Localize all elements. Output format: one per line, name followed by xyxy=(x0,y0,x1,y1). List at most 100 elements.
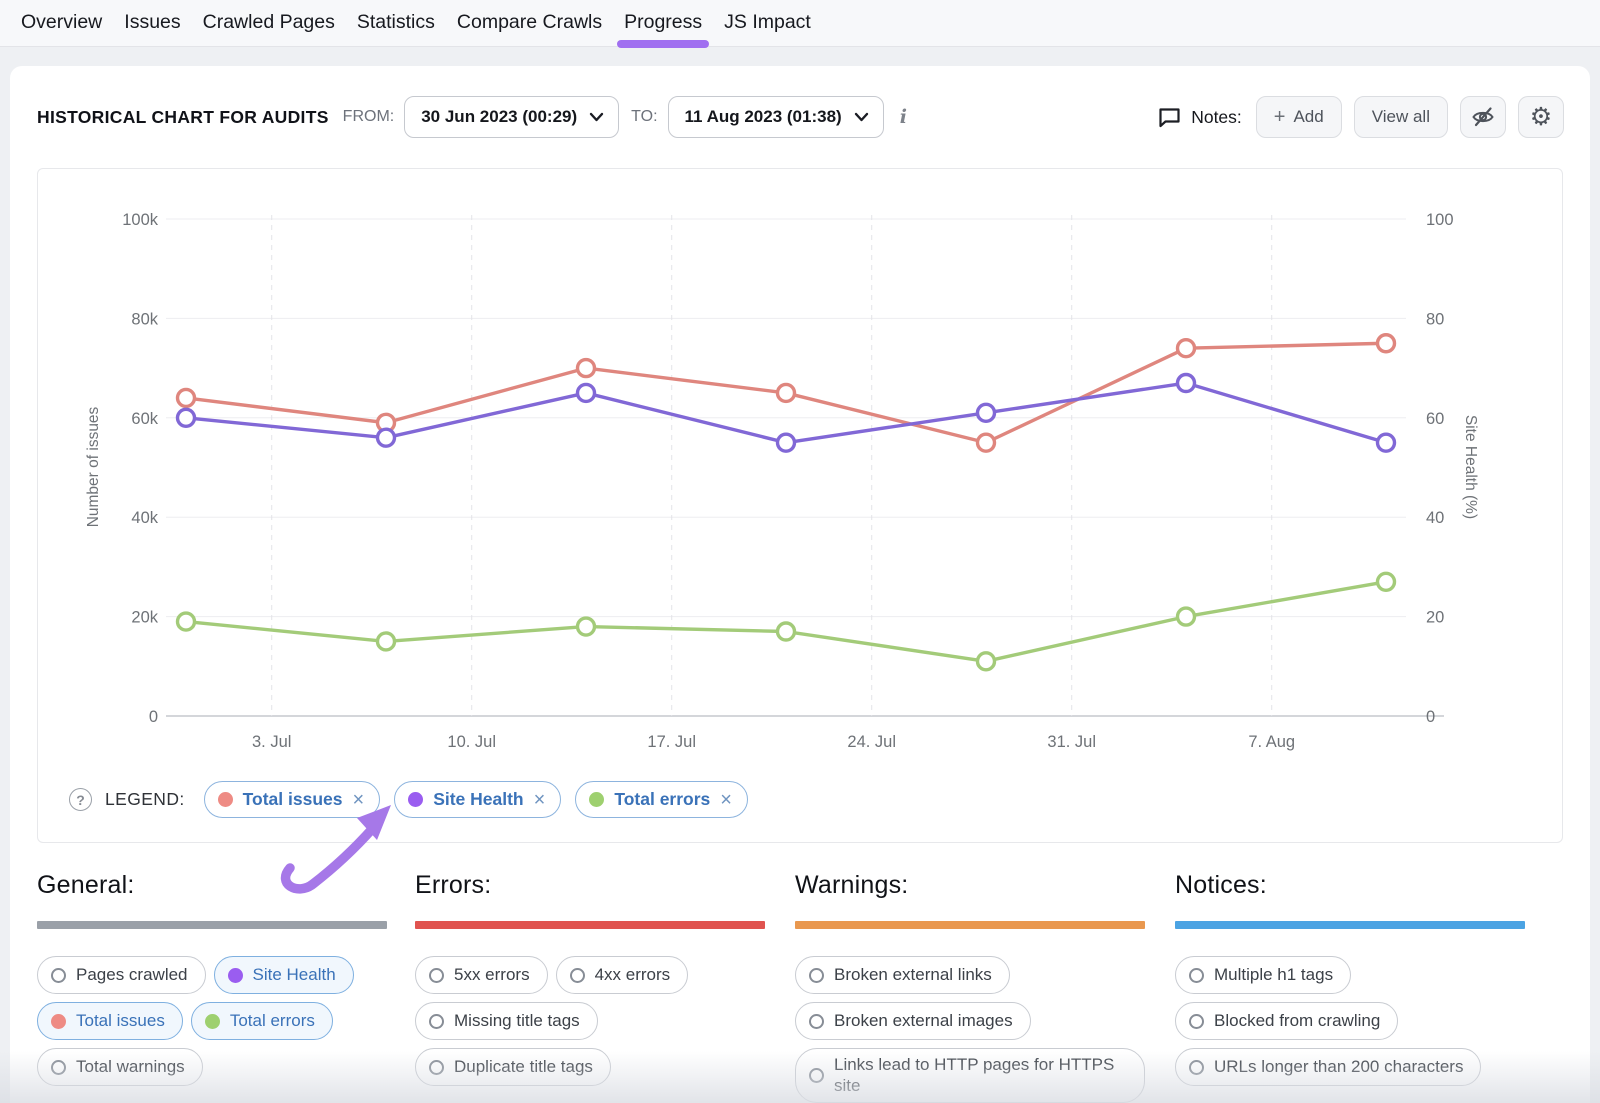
series-dot xyxy=(228,968,243,983)
to-date-value: 11 Aug 2023 (01:38) xyxy=(685,107,842,127)
top-nav-bar: OverviewIssuesCrawled PagesStatisticsCom… xyxy=(0,0,1600,47)
metric-chip-label: Pages crawled xyxy=(76,964,188,985)
metric-chip-missing-title-tags[interactable]: Missing title tags xyxy=(415,1002,598,1040)
nav-tab-issues[interactable]: Issues xyxy=(113,0,191,47)
gear-icon: ⚙ xyxy=(1530,105,1552,130)
svg-text:20: 20 xyxy=(1426,609,1444,627)
metric-chip-total-issues[interactable]: Total issues xyxy=(37,1002,183,1040)
section-color-bar xyxy=(1175,921,1525,929)
metric-chip-broken-external-links[interactable]: Broken external links xyxy=(795,956,1010,994)
from-date-value: 30 Jun 2023 (00:29) xyxy=(421,107,577,127)
progress-card: HISTORICAL CHART FOR AUDITS FROM: 30 Jun… xyxy=(10,66,1590,1103)
legend-chip-total-errors[interactable]: Total errors × xyxy=(575,781,748,818)
section-color-bar xyxy=(37,921,387,929)
nav-tab-compare-crawls[interactable]: Compare Crawls xyxy=(446,0,613,47)
hide-notes-button[interactable] xyxy=(1460,96,1506,138)
metric-chip-5xx-errors[interactable]: 5xx errors xyxy=(415,956,548,994)
svg-text:40: 40 xyxy=(1426,509,1444,527)
metric-chip-label: Blocked from crawling xyxy=(1214,1010,1380,1031)
close-icon[interactable]: × xyxy=(534,790,546,810)
chip-row: Broken external links xyxy=(795,956,1145,994)
chip-row: Blocked from crawling xyxy=(1175,1002,1525,1040)
close-icon[interactable]: × xyxy=(720,790,732,810)
nav-tab-overview[interactable]: Overview xyxy=(10,0,113,47)
svg-text:40k: 40k xyxy=(131,509,158,527)
to-label: TO: xyxy=(631,108,657,126)
metric-chip-label: Site Health xyxy=(253,964,336,985)
series-dot xyxy=(408,792,423,807)
close-icon[interactable]: × xyxy=(353,790,365,810)
nav-tab-progress[interactable]: Progress xyxy=(613,0,713,47)
metric-chip-label: 4xx errors xyxy=(595,964,671,985)
series-dot xyxy=(51,1014,66,1029)
bottom-fade xyxy=(0,1051,1600,1103)
section-title: Warnings: xyxy=(795,871,1145,900)
metric-chip-pages-crawled[interactable]: Pages crawled xyxy=(37,956,206,994)
add-note-button[interactable]: + Add xyxy=(1256,96,1342,138)
radio-circle-icon xyxy=(51,968,66,983)
from-label: FROM: xyxy=(343,108,395,126)
svg-text:20k: 20k xyxy=(131,609,158,627)
radio-circle-icon xyxy=(809,1014,824,1029)
metric-chip-site-health[interactable]: Site Health xyxy=(214,956,354,994)
nav-tab-crawled-pages[interactable]: Crawled Pages xyxy=(192,0,346,47)
section-title: Errors: xyxy=(415,871,765,900)
chart-title: HISTORICAL CHART FOR AUDITS xyxy=(37,107,329,128)
svg-text:60: 60 xyxy=(1426,410,1444,428)
chart-settings-button[interactable]: ⚙ xyxy=(1518,96,1564,138)
plus-icon: + xyxy=(1274,106,1286,129)
nav-tab-js-impact[interactable]: JS Impact xyxy=(713,0,822,47)
svg-text:Site Health (%): Site Health (%) xyxy=(1462,415,1479,519)
active-tab-underline xyxy=(617,40,709,48)
svg-text:80: 80 xyxy=(1426,310,1444,328)
series-dot xyxy=(589,792,604,807)
svg-text:7. Aug: 7. Aug xyxy=(1248,733,1295,751)
metric-chip-label: Missing title tags xyxy=(454,1010,580,1031)
svg-text:80k: 80k xyxy=(131,310,158,328)
audit-chart-svg: 100k10080k8060k6040k4020k20003. Jul10. J… xyxy=(38,169,1562,769)
legend-chip-total-issues[interactable]: Total issues × xyxy=(204,781,381,818)
svg-text:31. Jul: 31. Jul xyxy=(1047,733,1096,751)
svg-text:100: 100 xyxy=(1426,211,1454,229)
legend-chip-label: Site Health xyxy=(433,789,523,810)
chip-row: Missing title tags xyxy=(415,1002,765,1040)
from-date-dropdown[interactable]: 30 Jun 2023 (00:29) xyxy=(404,96,619,138)
to-date-dropdown[interactable]: 11 Aug 2023 (01:38) xyxy=(668,96,884,138)
metric-chip-label: Broken external images xyxy=(834,1010,1013,1031)
metric-chip-multiple-h1-tags[interactable]: Multiple h1 tags xyxy=(1175,956,1351,994)
note-bubble-icon xyxy=(1157,105,1182,129)
section-color-bar xyxy=(415,921,765,929)
metric-chip-label: Total errors xyxy=(230,1010,315,1031)
radio-circle-icon xyxy=(429,968,444,983)
metric-chip-total-errors[interactable]: Total errors xyxy=(191,1002,333,1040)
notes-label: Notes: xyxy=(1191,107,1242,128)
legend-chip-site-health[interactable]: Site Health × xyxy=(394,781,561,818)
section-title: Notices: xyxy=(1175,871,1525,900)
legend-label: LEGEND: xyxy=(105,789,185,810)
top-nav: OverviewIssuesCrawled PagesStatisticsCom… xyxy=(10,0,822,47)
historical-chart-container: 100k10080k8060k6040k4020k20003. Jul10. J… xyxy=(37,168,1563,843)
nav-tab-statistics[interactable]: Statistics xyxy=(346,0,446,47)
svg-text:0: 0 xyxy=(1426,708,1435,726)
metric-chip-broken-external-images[interactable]: Broken external images xyxy=(795,1002,1031,1040)
chip-row: Total issues Total errors xyxy=(37,1002,387,1040)
chip-row: Pages crawled Site Health xyxy=(37,956,387,994)
chevron-down-icon xyxy=(589,112,604,122)
radio-circle-icon xyxy=(1189,1014,1204,1029)
legend-chip-label: Total issues xyxy=(243,789,343,810)
legend-chip-label: Total errors xyxy=(614,789,710,810)
info-icon[interactable]: i xyxy=(900,106,907,128)
svg-text:17. Jul: 17. Jul xyxy=(647,733,696,751)
metric-chip-4xx-errors[interactable]: 4xx errors xyxy=(556,956,689,994)
series-dot xyxy=(218,792,233,807)
section-title: General: xyxy=(37,871,387,900)
metric-chip-blocked-from-crawling[interactable]: Blocked from crawling xyxy=(1175,1002,1398,1040)
radio-circle-icon xyxy=(429,1014,444,1029)
svg-text:60k: 60k xyxy=(131,410,158,428)
metric-chip-label: Broken external links xyxy=(834,964,992,985)
eye-off-icon xyxy=(1471,105,1495,129)
svg-text:10. Jul: 10. Jul xyxy=(447,733,496,751)
help-icon[interactable]: ? xyxy=(69,788,92,811)
radio-circle-icon xyxy=(809,968,824,983)
view-all-notes-button[interactable]: View all xyxy=(1354,96,1448,138)
